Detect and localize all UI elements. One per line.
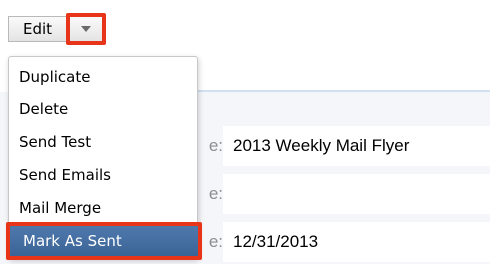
actions-menu-toggle[interactable] bbox=[66, 13, 106, 45]
field-value-date: 12/31/2013 bbox=[223, 222, 490, 262]
chevron-down-icon bbox=[81, 26, 91, 32]
menu-item-delete[interactable]: Delete bbox=[9, 94, 197, 124]
edit-button-group: Edit bbox=[8, 13, 106, 45]
detail-row-empty: e: bbox=[150, 174, 490, 214]
menu-item-mail-merge[interactable]: Mail Merge bbox=[9, 193, 197, 223]
menu-item-duplicate[interactable]: Duplicate bbox=[9, 62, 197, 92]
edit-button[interactable]: Edit bbox=[8, 16, 66, 42]
field-value-name: 2013 Weekly Mail Flyer bbox=[223, 126, 490, 166]
field-value-empty bbox=[223, 174, 490, 214]
menu-item-send-test[interactable]: Send Test bbox=[9, 127, 197, 157]
actions-dropdown-menu: Duplicate Delete Send Test Send Emails M… bbox=[6, 56, 202, 260]
detail-row-name: e: 2013 Weekly Mail Flyer bbox=[150, 126, 490, 166]
menu-item-send-emails[interactable]: Send Emails bbox=[9, 160, 197, 190]
menu-item-mark-as-sent[interactable]: Mark As Sent bbox=[6, 222, 202, 260]
